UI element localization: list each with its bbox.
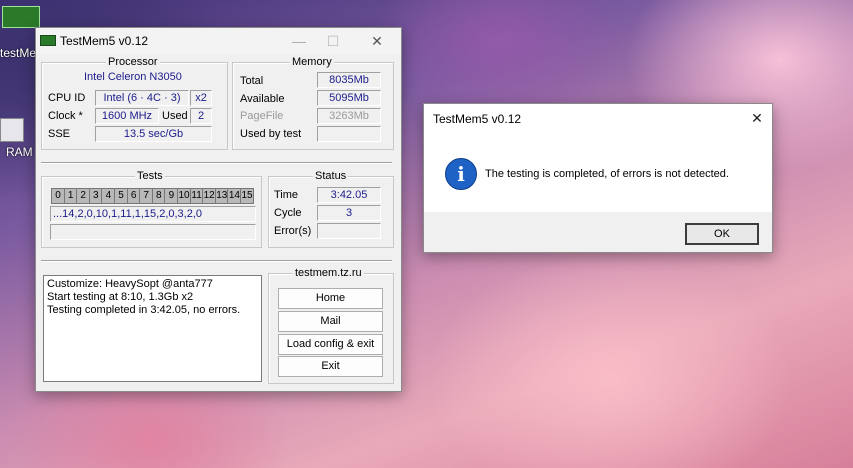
dialog-message: The testing is completed, of errors is n… [485,168,729,180]
used-label: Used [162,110,188,122]
cycle-label: Cycle [274,207,302,219]
log-line: Customize: HeavySopt @anta777 [47,278,213,290]
sse-label: SSE [48,128,71,140]
time-field: 3:42.05 [317,187,381,203]
errors-field [317,223,381,239]
completion-dialog: TestMem5 v0.12 ✕ i The testing is comple… [423,103,773,253]
ok-button[interactable]: OK [685,223,759,245]
used-by-test-label: Used by test [240,128,302,140]
total-label: Total [240,75,264,87]
cpu-id-field: Intel (6 · 4C · 3) [95,90,189,106]
clock-label: Clock * [48,110,83,122]
clock-field: 1600 MHz [95,108,159,124]
cycle-field: 3 [317,205,381,221]
ram-app-icon[interactable] [0,118,24,142]
desktop-icon-label-ram[interactable]: RAM [6,145,33,159]
info-icon: i [445,158,477,190]
minimize-button[interactable]: — [284,30,314,52]
sse-field: 13.5 sec/Gb [95,126,212,142]
separator-bottom [41,260,392,262]
dialog-body: i The testing is completed, of errors is… [424,132,772,212]
status-title: Status [313,170,349,182]
time-label: Time [274,189,299,201]
test-progress-field [50,224,256,240]
site-title: testmem.tz.ru [293,267,364,279]
log-line: Testing completed in 3:42.05, no errors. [47,304,241,316]
cpu-id-label: CPU ID [48,92,86,104]
close-button[interactable]: ✕ [362,30,392,52]
maximize-button[interactable]: ☐ [318,30,348,52]
memtest-app-icon[interactable] [2,6,40,28]
ram-icon [40,35,56,46]
tests-title: Tests [135,170,165,182]
used-by-test-field [317,126,381,142]
test-sequence-field: ...14,2,0,10,1,11,1,15,2,0,3,2,0 [50,206,256,222]
processor-title: Processor [106,56,160,68]
home-button[interactable]: Home [278,288,383,309]
exit-button[interactable]: Exit [278,356,383,377]
dialog-title: TestMem5 v0.12 [433,112,522,126]
pagefile-field: 3263Mb [317,108,381,124]
dialog-close-button[interactable]: ✕ [742,107,772,129]
cpu-mult-field: x2 [190,90,212,106]
available-field: 5095Mb [317,90,381,106]
log-box[interactable]: Customize: HeavySopt @anta777 Start test… [43,275,262,382]
errors-label: Error(s) [274,225,312,237]
mail-button[interactable]: Mail [278,311,383,332]
pagefile-label: PageFile [240,110,284,122]
test-cell: 15 [240,188,254,204]
used-field: 2 [190,108,212,124]
log-line: Start testing at 8:10, 1.3Gb x2 [47,291,194,303]
main-window-title: TestMem5 v0.12 [60,34,149,48]
separator-top [41,162,392,164]
dialog-titlebar[interactable]: TestMem5 v0.12 ✕ [424,104,772,132]
memory-title: Memory [290,56,334,68]
load-config-exit-button[interactable]: Load config & exit [278,334,383,355]
total-field: 8035Mb [317,72,381,88]
main-titlebar[interactable]: TestMem5 v0.12 — ☐ ✕ [36,28,401,54]
available-label: Available [240,93,285,105]
cpu-name: Intel Celeron N3050 [84,71,182,83]
